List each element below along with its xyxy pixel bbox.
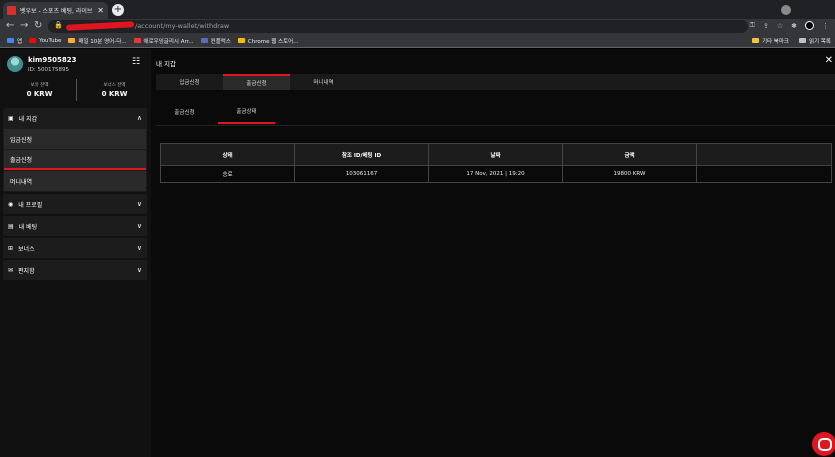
star-icon[interactable]: ☆	[777, 22, 783, 30]
user-id: ID: 500175895	[28, 67, 69, 73]
apps-grid-icon	[7, 38, 14, 43]
chrome-store-icon	[237, 38, 245, 43]
site-favicon-icon	[7, 6, 16, 15]
mail-icon: ✉	[8, 266, 14, 274]
column-date: 날짜	[428, 143, 563, 166]
site-icon	[133, 38, 141, 43]
reload-icon[interactable]: ↻	[34, 20, 42, 31]
sidebar-item-withdraw[interactable]: 출금신청	[4, 150, 146, 170]
tab-withdraw[interactable]: 출금신청	[223, 74, 290, 90]
withdraw-subtabs: 출금신청 출금상태	[156, 100, 275, 124]
sidebar-item-bonus[interactable]: ⊞ 보너스 ∨	[3, 238, 147, 258]
profile-avatar-icon[interactable]	[805, 21, 814, 30]
forward-icon[interactable]: →	[20, 20, 28, 31]
balance-bonus: 보너스 잔액 0 KRW	[101, 83, 128, 98]
column-status: 상태	[160, 143, 295, 166]
bet-slip-icon: ▤	[8, 222, 14, 230]
balance-main: 보유 잔액 0 KRW	[26, 83, 53, 98]
user-summary: kim9505823 ID: 500175895 ☷ 보유 잔액 0 KRW 보…	[0, 49, 151, 107]
wallet-tabs: 입금신청 출금신청 머니내역	[156, 74, 835, 90]
cell-action	[696, 165, 832, 183]
gift-icon: ⊞	[8, 244, 14, 252]
withdraw-status-table: 상태 참조 ID/베팅 ID 날짜 금액 승료 103061167 17 Nov…	[160, 143, 832, 183]
address-bar[interactable]: 🔒 /account/my-wallet/withdraw	[48, 20, 748, 33]
youtube-icon	[29, 38, 37, 43]
chevron-up-icon: ∧	[136, 114, 142, 122]
divider	[156, 125, 835, 126]
tab-close-icon[interactable]: ✕	[97, 6, 104, 15]
live-chat-icon[interactable]	[812, 432, 835, 456]
wallet-app: kim9505823 ID: 500175895 ☷ 보유 잔액 0 KRW 보…	[0, 49, 835, 457]
bookmark-apps[interactable]: 앱	[7, 37, 22, 45]
sidebar-item-deposit[interactable]: 입금신청	[4, 129, 146, 149]
redacted-domain-scribble	[65, 21, 135, 31]
bookmark-english-daily[interactable]: 매일 10분 영어-다...	[68, 37, 127, 45]
username: kim9505823	[28, 56, 77, 64]
chevron-down-icon: ∨	[136, 200, 142, 208]
table-row: 승료 103061167 17 Nov, 2021 | 19:20 19800 …	[160, 165, 832, 183]
chevron-down-icon: ∨	[136, 266, 142, 274]
menu-kebab-icon[interactable]: ⋮	[822, 22, 829, 30]
page-title: 내 지갑	[156, 60, 177, 68]
bookmark-youtube[interactable]: YouTube	[29, 38, 61, 44]
column-action	[696, 143, 832, 166]
cell-amount: 19800 KRW	[562, 165, 697, 183]
cell-reference-id: 103061167	[294, 165, 429, 183]
sidebar-item-bets[interactable]: ▤ 내 베팅 ∨	[3, 216, 147, 236]
bookmark-arrow-english[interactable]: 애로우잉글리시 Arr...	[133, 37, 194, 45]
browser-tab[interactable]: 벳우보 - 스포츠 베팅, 라이브 카... ✕	[3, 2, 108, 19]
bookmark-conflux[interactable]: 컨플럭스	[200, 37, 231, 45]
sidebar-item-profile[interactable]: ◉ 내 프로필 ∨	[3, 194, 147, 214]
key-icon[interactable]: ⚿	[750, 21, 755, 30]
reading-list-icon	[799, 38, 806, 43]
sidebar-item-wallet[interactable]: ▣ 내 지갑 ∧	[3, 108, 147, 128]
bookmark-chrome-store[interactable]: Chrome 웹 스토어...	[237, 37, 298, 45]
avatar	[7, 56, 23, 72]
other-bookmarks[interactable]: 기타 북마크	[751, 37, 789, 45]
wallet-icon: ▣	[8, 114, 14, 122]
browser-tabstrip: 벳우보 - 스포츠 베팅, 라이브 카... ✕ +	[0, 0, 835, 19]
chevron-down-icon: ∨	[136, 222, 142, 230]
sidebar-item-money-history[interactable]: 머니내역	[4, 171, 146, 191]
site-icon	[68, 38, 76, 43]
subtab-withdraw-request[interactable]: 출금신청	[156, 100, 213, 124]
user-settings-icon[interactable]: ☷	[132, 57, 140, 67]
profile-icon: ◉	[8, 200, 14, 208]
subtab-withdraw-status[interactable]: 출금상태	[218, 100, 275, 124]
url-path: /account/my-wallet/withdraw	[135, 22, 230, 30]
back-icon[interactable]: ←	[6, 20, 14, 31]
close-icon[interactable]: ✕	[825, 55, 833, 66]
folder-icon	[751, 38, 759, 43]
sidebar-wallet-section: ▣ 내 지갑 ∧ 입금신청 출금신청 머니내역	[3, 108, 147, 192]
lock-icon: 🔒	[54, 21, 63, 29]
tab-title: 벳우보 - 스포츠 베팅, 라이브 카...	[20, 8, 94, 15]
table-header-row: 상태 참조 ID/베팅 ID 날짜 금액	[160, 143, 832, 166]
chevron-down-icon: ∨	[136, 244, 142, 252]
column-amount: 금액	[562, 143, 697, 166]
cell-status: 승료	[160, 165, 295, 183]
bookmarks-bar: 앱 YouTube 매일 10분 영어-다... 애로우잉글리시 Arr... …	[0, 34, 835, 48]
tab-deposit[interactable]: 입금신청	[156, 74, 223, 90]
extensions-icon[interactable]: ✱	[791, 22, 797, 30]
wallet-main: 내 지갑 ✕ 입금신청 출금신청 머니내역 출금신청 출금상태 상태 참조 ID…	[151, 49, 835, 457]
window-profile-icon[interactable]	[781, 5, 791, 15]
account-sidebar: kim9505823 ID: 500175895 ☷ 보유 잔액 0 KRW 보…	[0, 49, 151, 457]
cell-date: 17 Nov, 2021 | 19:20	[428, 165, 563, 183]
sidebar-item-inbox[interactable]: ✉ 편지함 ∨	[3, 260, 147, 280]
tab-money-history[interactable]: 머니내역	[290, 74, 357, 90]
reading-list[interactable]: 읽기 목록	[799, 37, 831, 45]
site-icon	[200, 38, 208, 43]
browser-toolbar: ← → ↻ 🔒 /account/my-wallet/withdraw ⚿ ⇪ …	[0, 19, 835, 34]
new-tab-button[interactable]: +	[112, 4, 124, 16]
share-icon[interactable]: ⇪	[763, 22, 769, 30]
column-reference-id: 참조 ID/베팅 ID	[294, 143, 429, 166]
